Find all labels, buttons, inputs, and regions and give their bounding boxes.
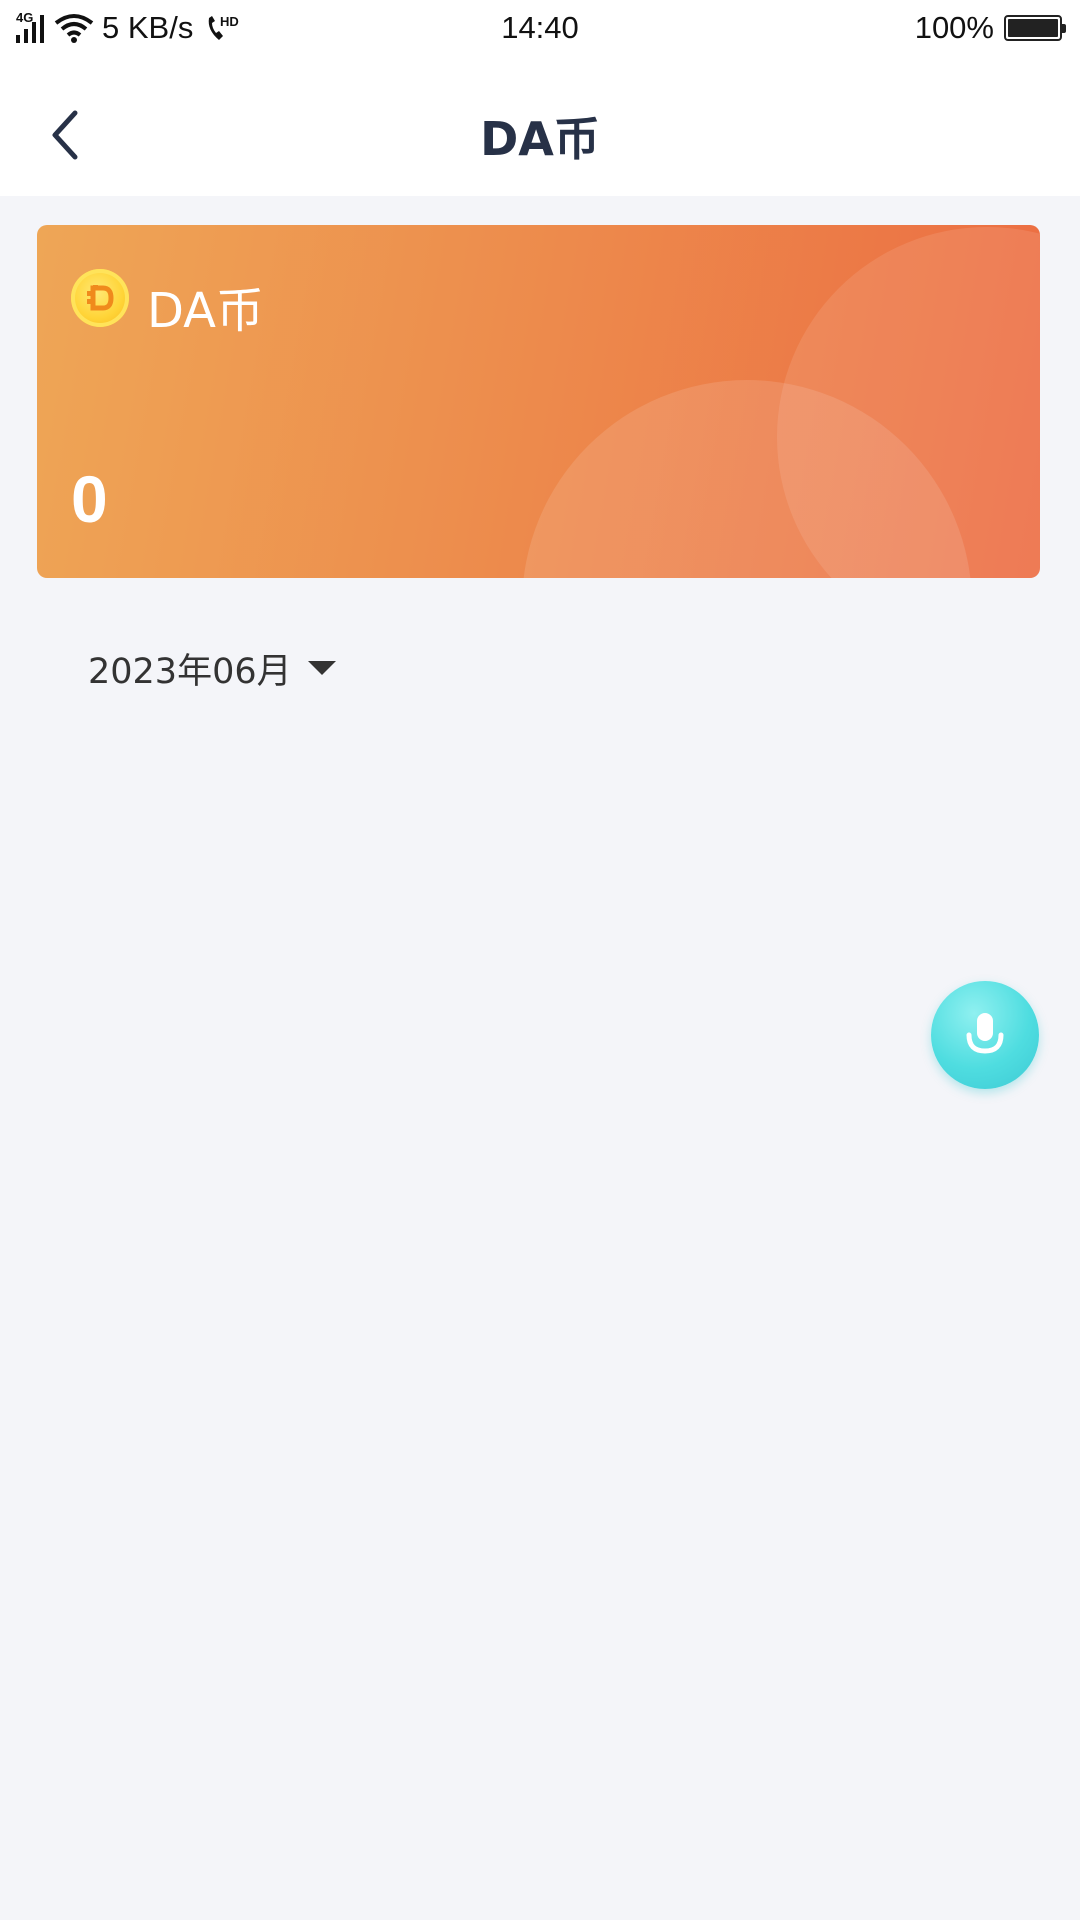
status-right: 100% <box>914 8 1066 48</box>
page-title: DA币 <box>480 112 600 166</box>
caret-down-icon <box>307 661 336 675</box>
balance-card: DA币 0 <box>37 225 1040 578</box>
coin-symbol <box>87 285 114 311</box>
month-filter-dropdown[interactable]: 2023年06月 <box>88 643 336 693</box>
card-label: DA币 <box>147 283 264 339</box>
coin-icon <box>71 269 129 327</box>
status-bar: 4G 5 KB/s HD 14:40 100% <box>0 0 1080 56</box>
battery-percent: 100% <box>914 10 994 45</box>
balance-value: 0 <box>71 462 108 536</box>
nav-bar: DA币 <box>0 56 1080 196</box>
month-label: 2023年06月 <box>88 651 292 692</box>
battery-fill <box>1008 19 1058 37</box>
battery-icon <box>1004 15 1066 41</box>
microphone-icon <box>966 1013 1004 1054</box>
card-decoration-circle <box>777 227 1040 578</box>
voice-assistant-button[interactable] <box>931 981 1039 1089</box>
